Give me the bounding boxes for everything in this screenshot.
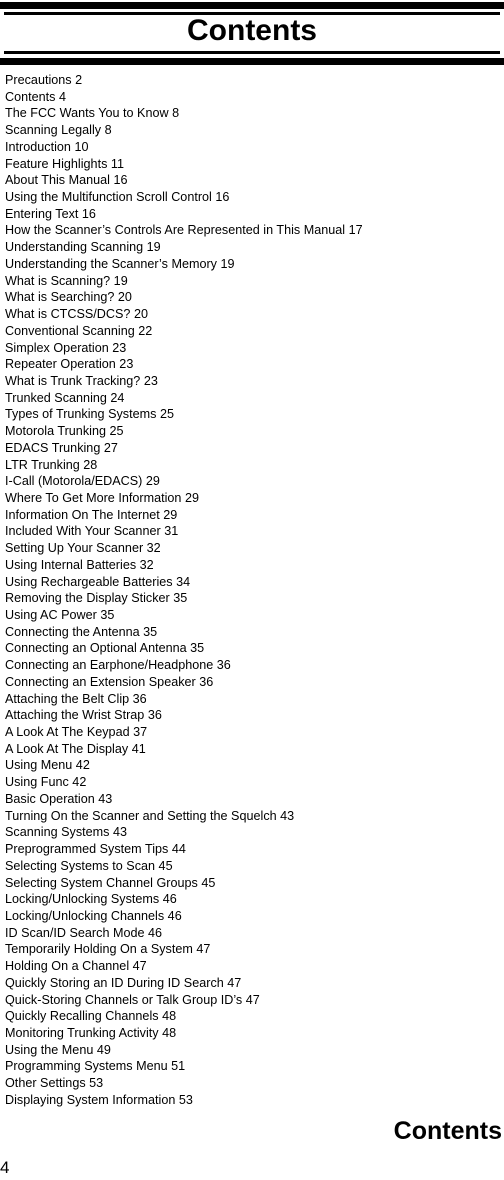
- toc-entry[interactable]: Types of Trunking Systems 25: [5, 406, 500, 423]
- toc-entry[interactable]: ID Scan/ID Search Mode 46: [5, 925, 500, 942]
- toc-entry[interactable]: Trunked Scanning 24: [5, 390, 500, 407]
- toc-entry[interactable]: Quick-Storing Channels or Talk Group ID’…: [5, 992, 500, 1009]
- toc-entry[interactable]: Conventional Scanning 22: [5, 323, 500, 340]
- toc-entry[interactable]: Feature Highlights 11: [5, 156, 500, 173]
- toc-entry[interactable]: Displaying System Information 53: [5, 1092, 500, 1109]
- toc-entry[interactable]: What is Searching? 20: [5, 289, 500, 306]
- toc-entry[interactable]: Contents 4: [5, 89, 500, 106]
- page-footer: Contents 4: [0, 1108, 504, 1180]
- toc-entry[interactable]: Turning On the Scanner and Setting the S…: [5, 808, 500, 825]
- toc-entry[interactable]: Connecting an Earphone/Headphone 36: [5, 657, 500, 674]
- toc-entry[interactable]: Connecting the Antenna 35: [5, 624, 500, 641]
- toc-entry[interactable]: Using AC Power 35: [5, 607, 500, 624]
- toc-entry[interactable]: Using Menu 42: [5, 757, 500, 774]
- toc-entry[interactable]: Information On The Internet 29: [5, 507, 500, 524]
- toc-entry[interactable]: Using Rechargeable Batteries 34: [5, 574, 500, 591]
- toc-entry[interactable]: Using the Multifunction Scroll Control 1…: [5, 189, 500, 206]
- footer-section-label: Contents: [393, 1117, 502, 1145]
- toc-entry[interactable]: The FCC Wants You to Know 8: [5, 105, 500, 122]
- toc-entry[interactable]: Temporarily Holding On a System 47: [5, 941, 500, 958]
- toc-entry[interactable]: Simplex Operation 23: [5, 340, 500, 357]
- toc-entry[interactable]: Preprogrammed System Tips 44: [5, 841, 500, 858]
- toc-entry[interactable]: Motorola Trunking 25: [5, 423, 500, 440]
- toc-entry[interactable]: Quickly Recalling Channels 48: [5, 1008, 500, 1025]
- toc-entry[interactable]: Other Settings 53: [5, 1075, 500, 1092]
- toc-entry[interactable]: Connecting an Extension Speaker 36: [5, 674, 500, 691]
- toc-entry[interactable]: Using the Menu 49: [5, 1042, 500, 1059]
- toc-entry[interactable]: Repeater Operation 23: [5, 356, 500, 373]
- toc-entry[interactable]: A Look At The Keypad 37: [5, 724, 500, 741]
- toc-entry[interactable]: Programming Systems Menu 51: [5, 1058, 500, 1075]
- toc-entry[interactable]: Understanding Scanning 19: [5, 239, 500, 256]
- toc-entry[interactable]: Scanning Legally 8: [5, 122, 500, 139]
- toc-entry[interactable]: I-Call (Motorola/EDACS) 29: [5, 473, 500, 490]
- toc-entry[interactable]: What is Trunk Tracking? 23: [5, 373, 500, 390]
- toc-entry[interactable]: Using Func 42: [5, 774, 500, 791]
- toc-entry[interactable]: Introduction 10: [5, 139, 500, 156]
- page-header: Contents: [0, 0, 504, 70]
- toc-entry[interactable]: What is Scanning? 19: [5, 273, 500, 290]
- toc-entry[interactable]: Holding On a Channel 47: [5, 958, 500, 975]
- toc-entry[interactable]: A Look At The Display 41: [5, 741, 500, 758]
- toc-entry[interactable]: What is CTCSS/DCS? 20: [5, 306, 500, 323]
- toc-entry[interactable]: Basic Operation 43: [5, 791, 500, 808]
- toc-entry[interactable]: Connecting an Optional Antenna 35: [5, 640, 500, 657]
- toc-entry[interactable]: Where To Get More Information 29: [5, 490, 500, 507]
- toc-entry[interactable]: Quickly Storing an ID During ID Search 4…: [5, 975, 500, 992]
- header-rule-thick-top: [0, 2, 504, 9]
- toc-entry[interactable]: Locking/Unlocking Channels 46: [5, 908, 500, 925]
- header-rule-thin-bottom: [4, 51, 500, 54]
- toc-entry[interactable]: About This Manual 16: [5, 172, 500, 189]
- footer-page-number: 4: [0, 1158, 10, 1177]
- toc-entry[interactable]: Entering Text 16: [5, 206, 500, 223]
- toc-entry[interactable]: Scanning Systems 43: [5, 824, 500, 841]
- toc-entry[interactable]: Using Internal Batteries 32: [5, 557, 500, 574]
- toc-entry[interactable]: How the Scanner’s Controls Are Represent…: [5, 222, 500, 239]
- header-rule-thick-bottom: [0, 58, 504, 65]
- toc-entry[interactable]: LTR Trunking 28: [5, 457, 500, 474]
- toc-entry[interactable]: Attaching the Belt Clip 36: [5, 691, 500, 708]
- toc-entry[interactable]: EDACS Trunking 27: [5, 440, 500, 457]
- toc-entry[interactable]: Removing the Display Sticker 35: [5, 590, 500, 607]
- toc-entry[interactable]: Selecting System Channel Groups 45: [5, 875, 500, 892]
- page-title: Contents: [187, 14, 317, 47]
- toc-entry[interactable]: Setting Up Your Scanner 32: [5, 540, 500, 557]
- toc-entry[interactable]: Precautions 2: [5, 72, 500, 89]
- toc-entry[interactable]: Locking/Unlocking Systems 46: [5, 891, 500, 908]
- toc-entry[interactable]: Attaching the Wrist Strap 36: [5, 707, 500, 724]
- toc-entry[interactable]: Understanding the Scanner’s Memory 19: [5, 256, 500, 273]
- toc-entry[interactable]: Monitoring Trunking Activity 48: [5, 1025, 500, 1042]
- table-of-contents-list: Precautions 2 Contents 4 The FCC Wants You…: [5, 72, 500, 1109]
- toc-entry[interactable]: Included With Your Scanner 31: [5, 523, 500, 540]
- toc-entry[interactable]: Selecting Systems to Scan 45: [5, 858, 500, 875]
